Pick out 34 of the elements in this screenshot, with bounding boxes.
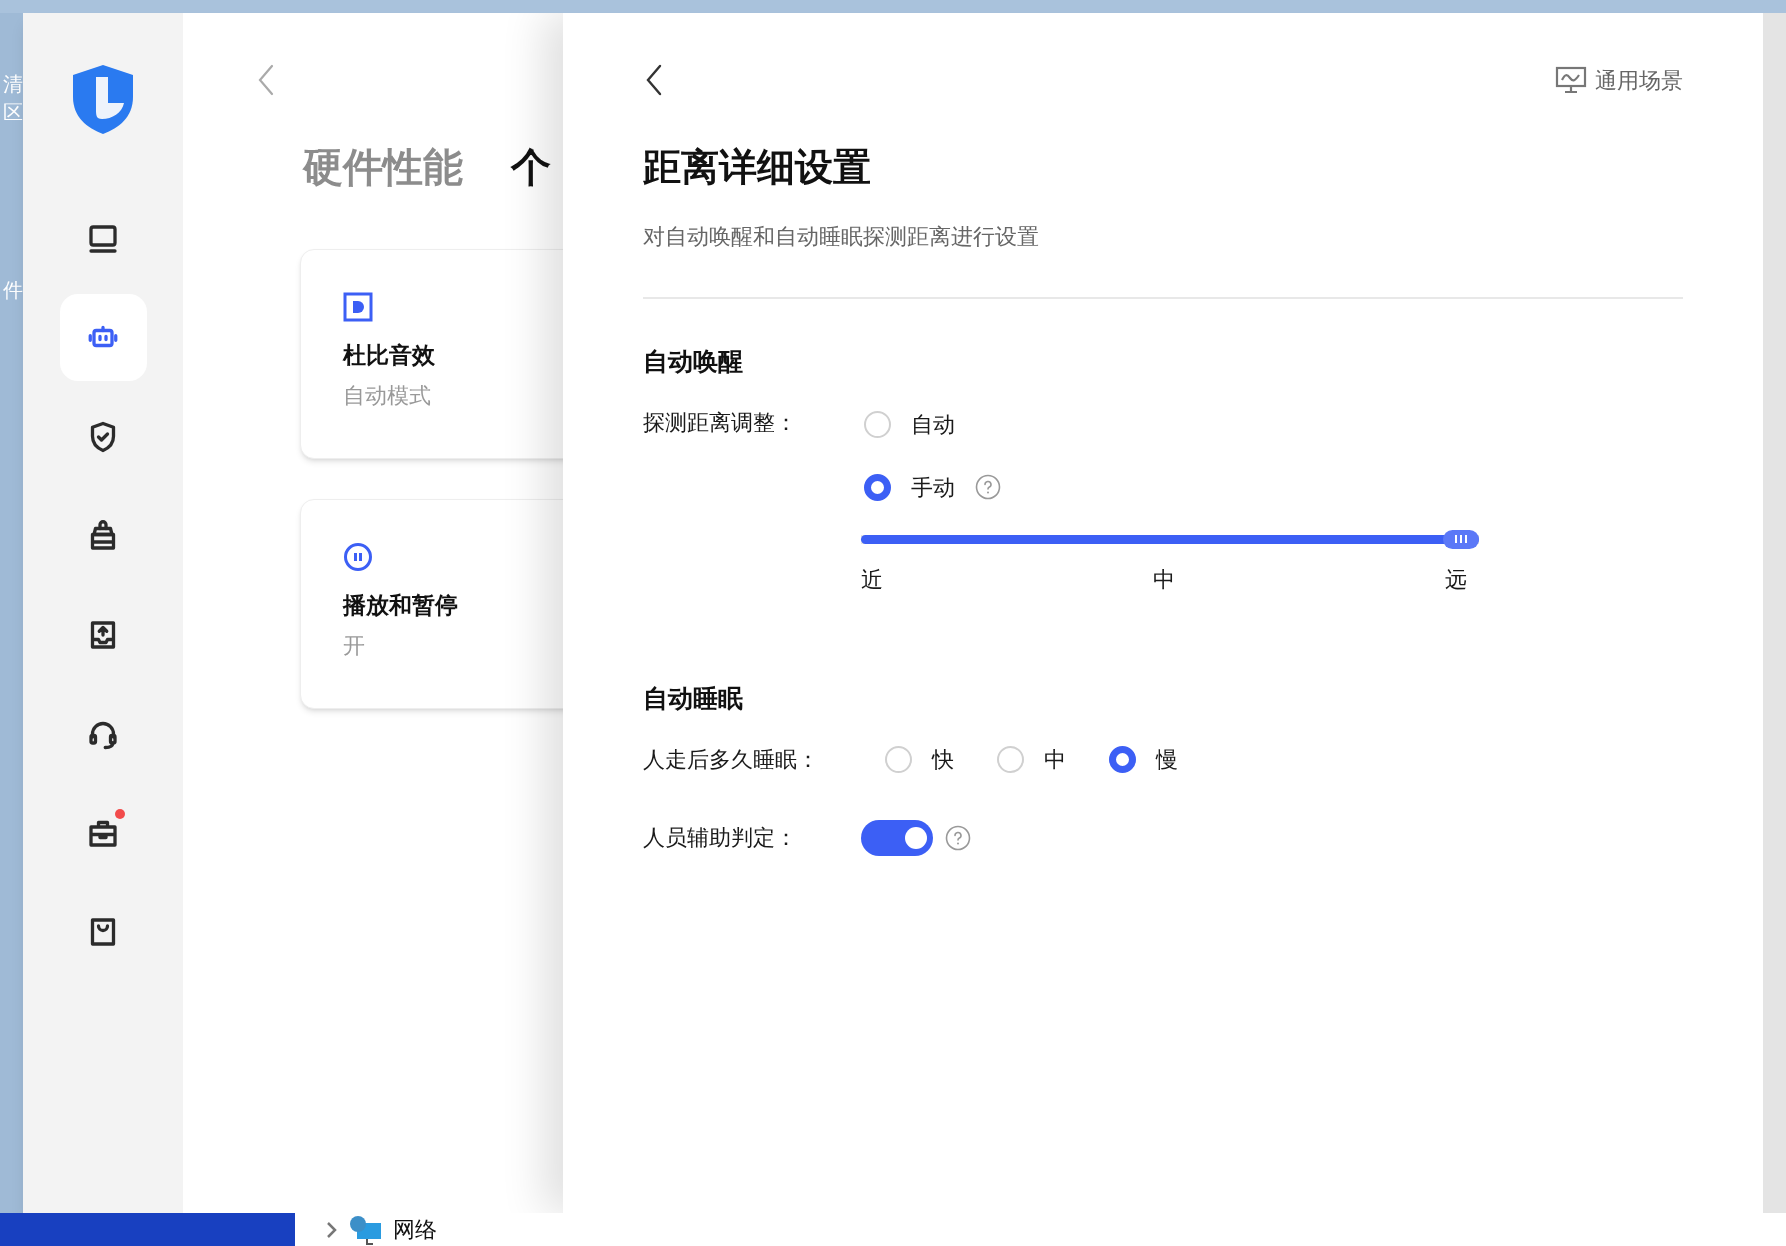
drawer-title: 距离详细设置	[643, 144, 871, 191]
card-value: 开	[343, 631, 365, 660]
network-globe-icon	[349, 1214, 383, 1245]
slider-scale-label: 中	[1153, 565, 1175, 594]
radio-label: 自动	[911, 410, 955, 439]
chevron-right-icon[interactable]	[325, 1219, 339, 1240]
slider-scale-label: 近	[861, 565, 883, 594]
shield-logo	[70, 63, 136, 135]
radio-button[interactable]	[864, 473, 891, 501]
explorer-item-label[interactable]: 网络	[393, 1213, 437, 1246]
radio-label: 快	[932, 746, 954, 774]
help-icon[interactable]	[975, 474, 1001, 500]
card-title: 播放和暂停	[343, 591, 458, 620]
pause-circle-icon	[343, 542, 373, 572]
radio-label: 手动	[911, 473, 955, 502]
slider-scale-label: 远	[1445, 565, 1467, 594]
radio-label: 慢	[1156, 746, 1178, 774]
letter-d-square-icon	[343, 292, 373, 322]
toggle-switch[interactable]	[861, 820, 933, 856]
monitor-chart-icon	[1555, 66, 1587, 94]
radio-button[interactable]	[1109, 746, 1136, 773]
card-title: 杜比音效	[343, 341, 435, 370]
desktop-icon-label: 清	[3, 73, 23, 95]
desktop-icon-label: 件	[3, 279, 23, 301]
category-tab[interactable]: 个	[511, 137, 551, 197]
drawer-subtitle: 对自动唤醒和自动睡眠探测距离进行设置	[643, 223, 1039, 251]
card-value: 自动模式	[343, 381, 431, 410]
setting-label: 人走后多久睡眠：	[643, 745, 820, 774]
setting-label: 人员辅助判定：	[643, 824, 798, 852]
desktop-icon-label: 区	[3, 101, 23, 123]
radio-label: 中	[1044, 746, 1066, 774]
scene-button[interactable]: 通用场景	[1555, 63, 1683, 97]
help-icon[interactable]	[945, 825, 971, 851]
slider-thumb[interactable]	[1443, 529, 1479, 549]
